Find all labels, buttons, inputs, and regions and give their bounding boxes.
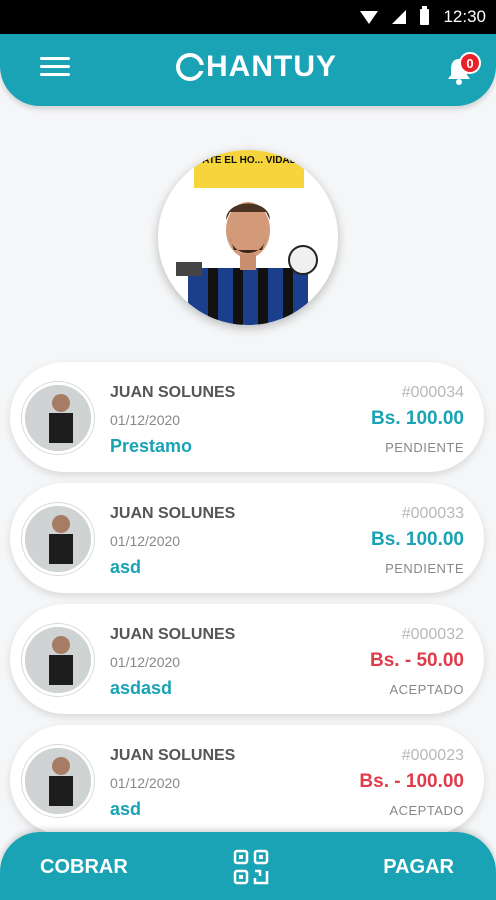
transaction-amount: Bs. 100.00	[371, 408, 464, 429]
transaction-concept: asdasd	[110, 678, 173, 698]
transaction-id: #000032	[401, 626, 464, 643]
avatar	[22, 745, 94, 817]
profile-avatar[interactable]: ATE EL HO... VIDAL	[158, 150, 338, 325]
transaction-id: #000023	[401, 747, 464, 764]
transaction-name: JUAN SOLUNES	[110, 384, 236, 401]
signal-icon	[392, 10, 407, 24]
transaction-card[interactable]: JUAN SOLUNES 01/12/2020 asdasd #000032 B…	[10, 604, 484, 714]
logo-mark-icon	[176, 53, 205, 81]
transaction-amount: Bs. - 100.00	[359, 771, 464, 792]
bottom-action-bar: COBRAR PAGAR	[0, 832, 496, 900]
transaction-date: 01/12/2020	[110, 775, 181, 791]
avatar	[22, 382, 94, 454]
app-header: HANTUY 0	[0, 34, 496, 106]
pagar-button[interactable]: PAGAR	[383, 856, 454, 879]
status-bar: 12:30	[0, 0, 496, 34]
app-logo: HANTUY	[176, 50, 337, 84]
transaction-name: JUAN SOLUNES	[110, 626, 236, 643]
transaction-id: #000033	[401, 505, 464, 522]
transaction-date: 01/12/2020	[110, 412, 181, 428]
transaction-concept: Prestamo	[110, 436, 193, 456]
transaction-amount: Bs. - 50.00	[370, 650, 464, 671]
profile-banner: ATE EL HO... VIDAL	[194, 150, 304, 188]
transaction-name: JUAN SOLUNES	[110, 747, 236, 764]
notification-badge: 0	[459, 52, 481, 74]
transaction-card[interactable]: JUAN SOLUNES 01/12/2020 asd #000023 Bs. …	[10, 725, 484, 835]
transaction-status: PENDIENTE	[385, 440, 464, 455]
transaction-date: 01/12/2020	[110, 533, 181, 549]
transaction-status: PENDIENTE	[385, 561, 464, 576]
transaction-status: ACEPTADO	[389, 803, 464, 818]
avatar	[22, 503, 94, 575]
transaction-concept: asd	[110, 799, 142, 819]
battery-icon	[420, 6, 430, 25]
transaction-card[interactable]: JUAN SOLUNES 01/12/2020 Prestamo #000034…	[10, 362, 484, 472]
avatar	[22, 624, 94, 696]
transaction-date: 01/12/2020	[110, 654, 181, 670]
transaction-id: #000034	[401, 384, 464, 401]
cobrar-button[interactable]: COBRAR	[40, 856, 128, 879]
transaction-amount: Bs. 100.00	[371, 529, 464, 550]
transaction-status: ACEPTADO	[389, 682, 464, 697]
menu-icon[interactable]	[40, 57, 70, 81]
status-time: 12:30	[443, 7, 486, 26]
transaction-name: JUAN SOLUNES	[110, 505, 236, 522]
qr-code-icon[interactable]	[232, 848, 270, 886]
logo-text: HANTUY	[206, 50, 337, 83]
transaction-card[interactable]: JUAN SOLUNES 01/12/2020 asd #000033 Bs. …	[10, 483, 484, 593]
wifi-icon	[360, 10, 379, 24]
transaction-concept: asd	[110, 557, 142, 577]
